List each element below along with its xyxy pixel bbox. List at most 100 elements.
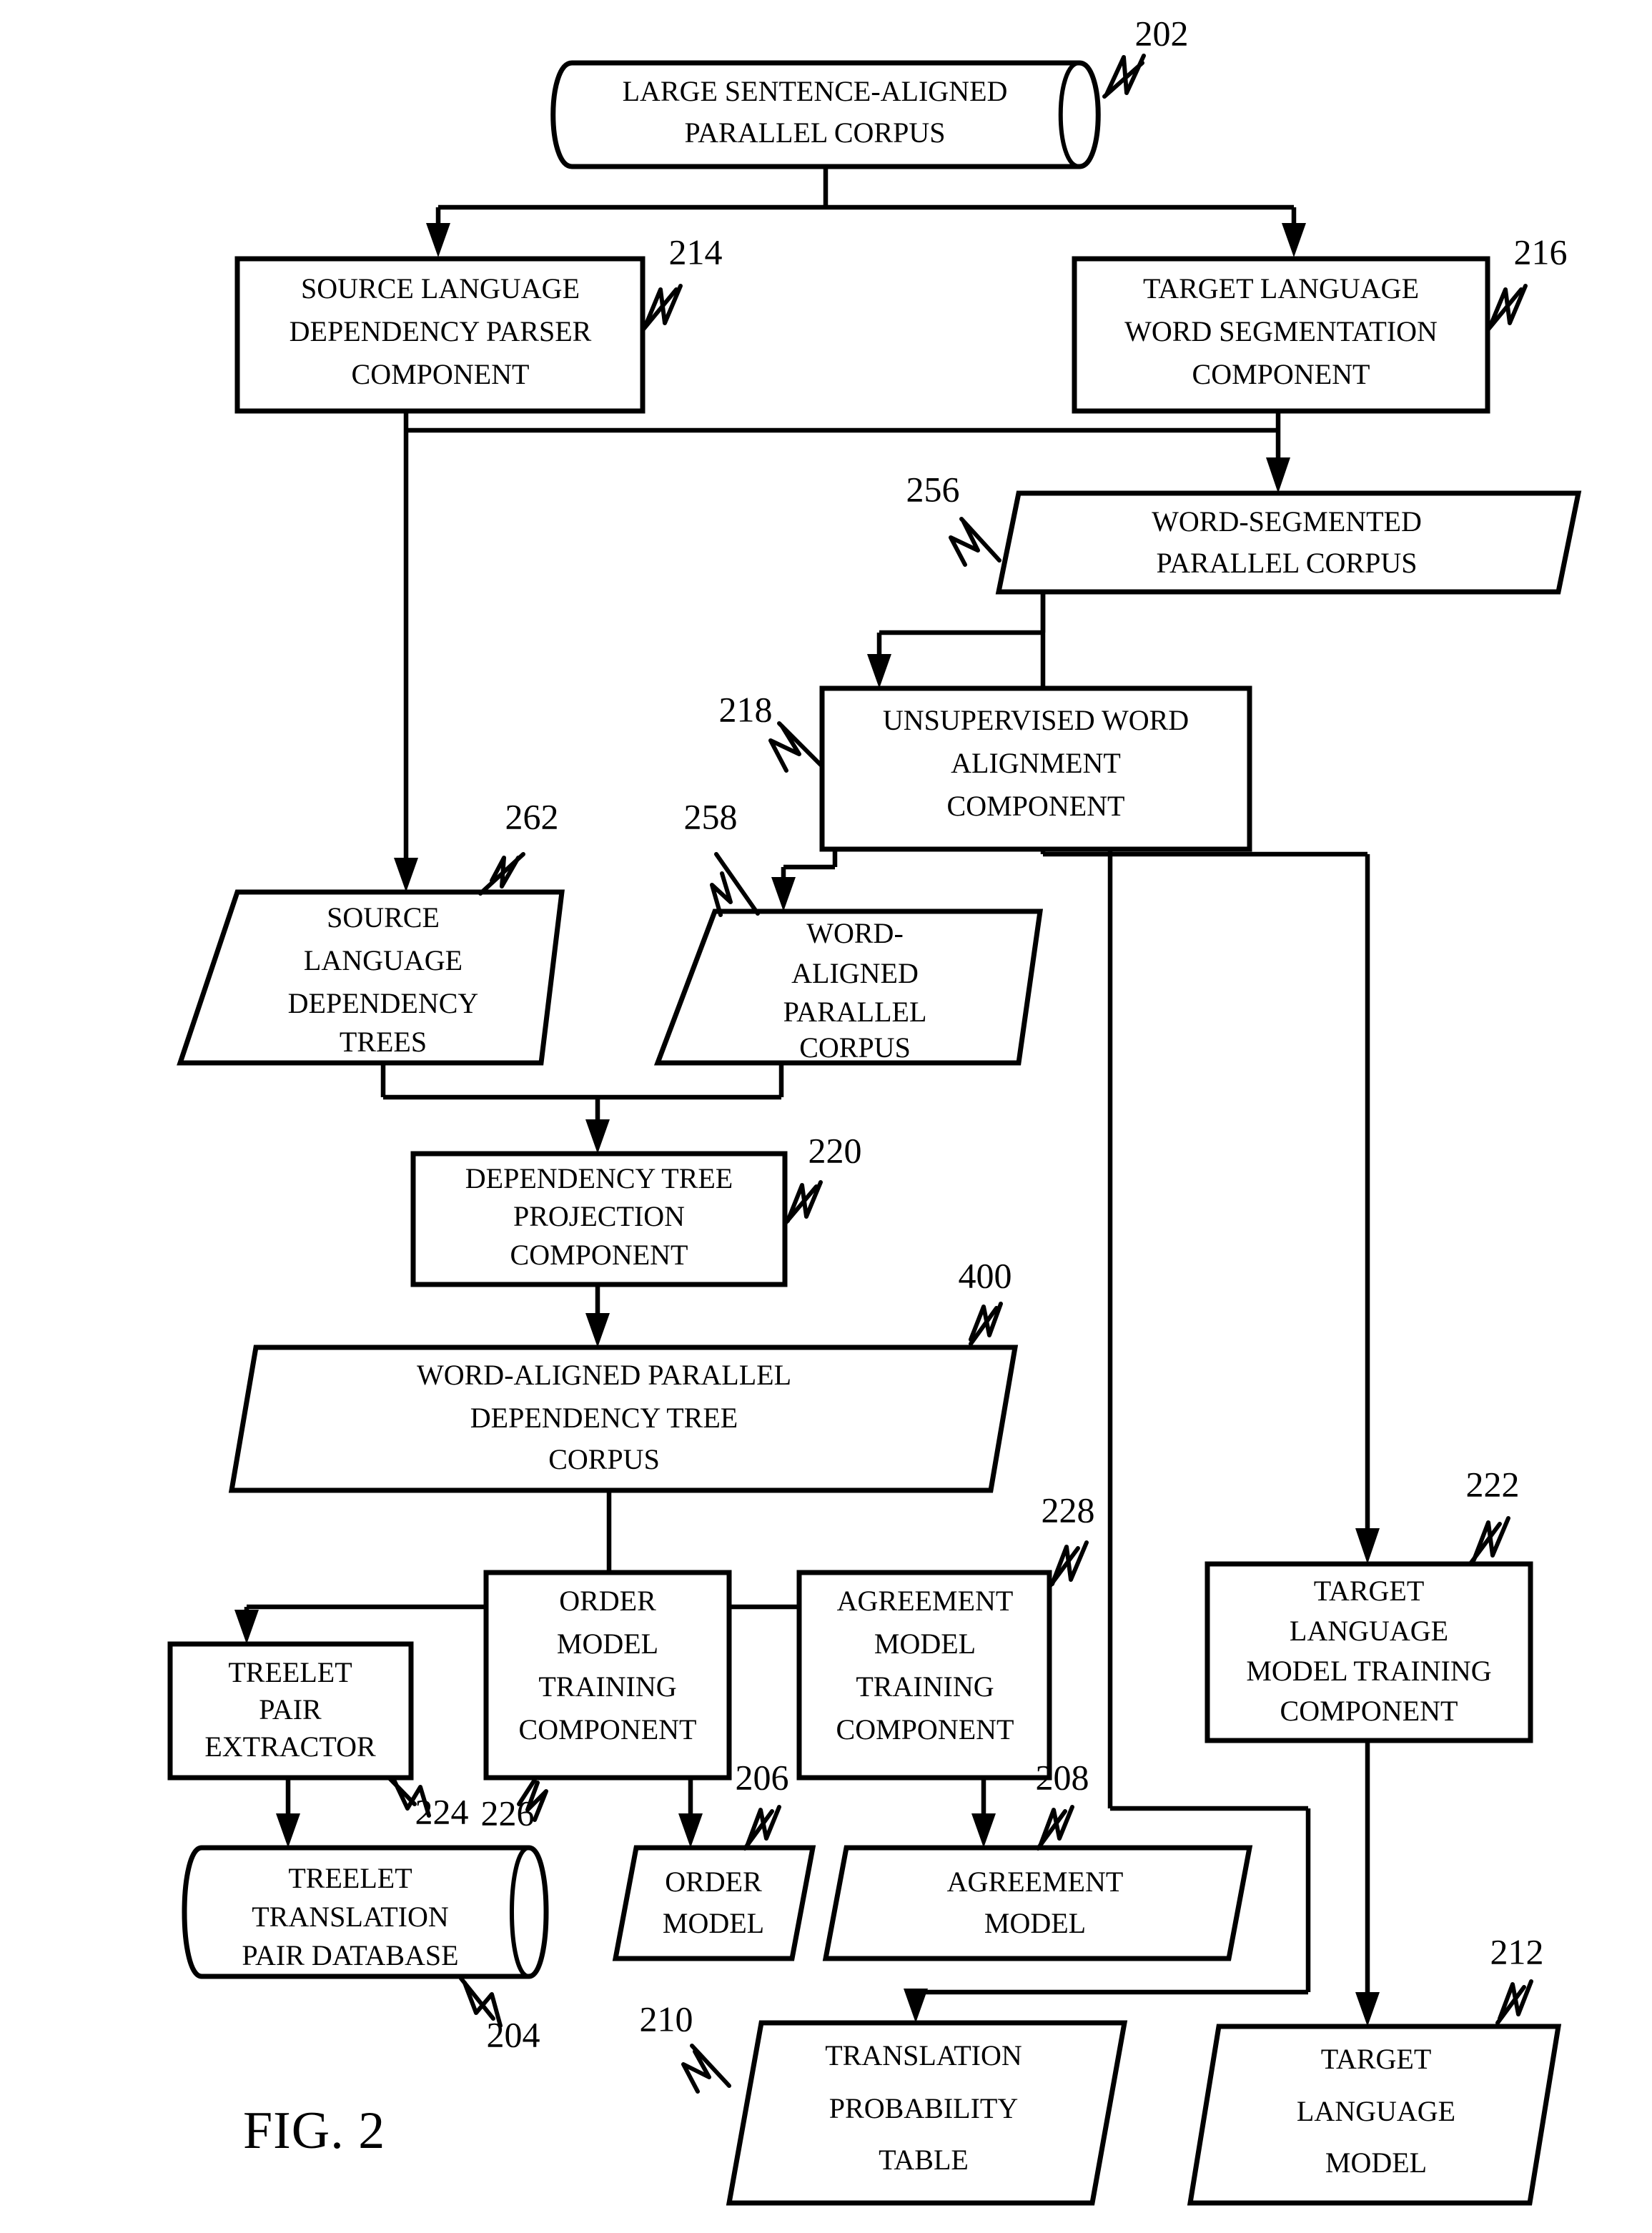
node-label-line: MODEL [663,1907,764,1939]
node-agreement-model-training-component[interactable]: AGREEMENT MODEL TRAINING COMPONENT [796,1570,1052,1781]
ref-leader-262 [478,852,525,896]
node-label-line: WORD-ALIGNED PARALLEL [417,1359,791,1391]
node-label-line: TREELET [228,1656,352,1688]
node-label-line: PAIR DATABASE [242,1939,458,1971]
node-treelet-translation-pair-database[interactable]: TREELET TRANSLATION PAIR DATABASE [182,1845,549,1979]
ref-leader-222 [1469,1516,1510,1565]
node-treelet-pair-extractor[interactable]: TREELET PAIR EXTRACTOR [167,1641,414,1781]
node-source-language-dependency-parser-component[interactable]: SOURCE LANGUAGE DEPENDENCY PARSER COMPON… [234,256,646,414]
node-label-line: LANGUAGE [1290,1615,1448,1647]
ref-leader-218 [768,721,824,773]
ref-leader-208 [1036,1805,1074,1851]
node-unsupervised-word-alignment-component[interactable]: UNSUPERVISED WORD ALIGNMENT COMPONENT [819,685,1252,852]
connector-parser-to-dep-trees [394,411,418,892]
node-label-line: PARALLEL [783,996,927,1028]
node-label-line: SOURCE [327,901,440,934]
ref-leader-220 [783,1180,823,1226]
node-label-line: MODEL [984,1907,1086,1939]
node-label-line: DEPENDENCY PARSER [290,315,592,347]
node-label-line: AGREEMENT [837,1585,1014,1617]
ref-num-262: 262 [505,796,559,836]
node-label-line: SOURCE LANGUAGE [301,272,580,304]
ref-leader-216 [1485,284,1528,332]
node-label-line: PARALLEL CORPUS [685,117,946,149]
ref-num-222: 222 [1466,1464,1520,1504]
node-label-line: MODEL [557,1628,658,1660]
node-label-line: AGREEMENT [947,1866,1124,1898]
connector-agreement-trainer-to-agreement-model [971,1778,996,1848]
node-label-line: DEPENDENCY TREE [470,1402,738,1434]
node-label-line: LARGE SENTENCE-ALIGNED [623,75,1008,107]
node-target-language-word-segmentation-component[interactable]: TARGET LANGUAGE WORD SEGMENTATION COMPON… [1072,256,1490,414]
connector-segmentation-to-segmented-corpus [1266,411,1290,493]
node-order-model[interactable]: ORDER MODEL [612,1845,816,1961]
patent-figure: LARGE SENTENCE-ALIGNED PARALLEL CORPUS 2… [0,0,1652,2233]
node-label-line: WORD SEGMENTATION [1124,315,1438,347]
node-label-line: TARGET [1314,1575,1425,1607]
node-label-line: TREES [340,1026,427,1058]
ref-num-400: 400 [959,1255,1012,1295]
node-label-line: ORDER [559,1585,656,1617]
node-label-line: TARGET [1321,2043,1432,2075]
node-target-language-model[interactable]: TARGET LANGUAGE MODEL [1187,2024,1562,2206]
node-label-line: TRAINING [856,1670,994,1703]
node-label-line: COMPONENT [352,358,530,390]
ref-leader-256 [949,517,1001,567]
connector-alignment-to-word-aligned-corpus [771,849,838,911]
ref-leader-206 [743,1805,781,1851]
node-label-line: DEPENDENCY TREE [465,1162,733,1194]
ref-leader-214 [640,284,683,332]
connector-trees-and-corpus-to-projection [380,1063,784,1154]
ref-num-228: 228 [1042,1490,1095,1530]
node-label-line: COMPONENT [1192,358,1370,390]
node-label-line: TARGET LANGUAGE [1143,272,1419,304]
connector-segmented-corpus-to-alignment [867,592,1046,688]
ref-num-220: 220 [808,1130,862,1170]
node-translation-probability-table[interactable]: TRANSLATION PROBABILITY TABLE [726,2020,1128,2206]
node-label-line: PROBABILITY [829,2092,1018,2124]
ref-num-218: 218 [719,689,773,729]
node-word-aligned-parallel-dependency-tree-corpus[interactable]: WORD-ALIGNED PARALLEL DEPENDENCY TREE CO… [228,1345,1019,1493]
ref-num-206: 206 [736,1757,789,1797]
connector-projection-to-tree-corpus [585,1284,610,1347]
connector-target-lm-trainer-to-target-lm [1355,1741,1380,2026]
node-source-language-dependency-trees[interactable]: SOURCE LANGUAGE DEPENDENCY TREES [177,889,565,1066]
node-word-segmented-parallel-corpus[interactable]: WORD-SEGMENTED PARALLEL CORPUS [995,490,1582,595]
ref-num-258: 258 [684,796,738,836]
node-label-line: ORDER [665,1866,762,1898]
ref-num-256: 256 [906,469,960,509]
node-label-line: WORD- [806,917,904,949]
node-label-line: PARALLEL CORPUS [1157,547,1418,579]
ref-leader-258 [710,852,760,917]
ref-num-216: 216 [1514,232,1568,272]
ref-leader-210 [681,2044,731,2094]
node-label-line: PAIR [259,1693,322,1726]
ref-leader-202 [1102,54,1146,99]
diagram-canvas: LARGE SENTENCE-ALIGNED PARALLEL CORPUS 2… [167,13,1582,2206]
connector-order-trainer-to-order-model [678,1778,703,1848]
ref-num-208: 208 [1036,1757,1089,1797]
node-label-line: COMPONENT [947,790,1125,822]
node-label-line: CORPUS [799,1031,911,1064]
node-dependency-tree-projection-component[interactable]: DEPENDENCY TREE PROJECTION COMPONENT [410,1151,788,1287]
node-label-line: LANGUAGE [1297,2095,1455,2127]
ref-num-212: 212 [1490,1931,1544,1971]
node-label-line: ALIGNMENT [951,747,1121,779]
node-label-line: PROJECTION [513,1200,685,1232]
node-label-line: UNSUPERVISED WORD [883,704,1189,736]
node-word-aligned-parallel-corpus[interactable]: WORD- ALIGNED PARALLEL CORPUS [653,908,1044,1066]
node-agreement-model[interactable]: AGREEMENT MODEL [822,1845,1253,1961]
node-label-line: COMPONENT [1280,1695,1458,1727]
node-label-line: WORD-SEGMENTED [1152,505,1422,538]
ref-num-210: 210 [640,1999,693,2039]
node-label-line: ALIGNED [791,957,919,989]
ref-num-226: 226 [481,1793,535,1833]
node-label-line: TRANSLATION [252,1901,449,1933]
node-target-language-model-training-component[interactable]: TARGET LANGUAGE MODEL TRAINING COMPONENT [1205,1561,1533,1743]
node-label-line: DEPENDENCY [288,987,479,1019]
node-label-line: COMPONENT [519,1713,697,1746]
node-order-model-training-component[interactable]: ORDER MODEL TRAINING COMPONENT [483,1570,732,1781]
node-label-line: TRAINING [538,1670,676,1703]
node-label-line: LANGUAGE [304,944,463,976]
node-large-sentence-aligned-parallel-corpus[interactable]: LARGE SENTENCE-ALIGNED PARALLEL CORPUS [550,60,1101,169]
